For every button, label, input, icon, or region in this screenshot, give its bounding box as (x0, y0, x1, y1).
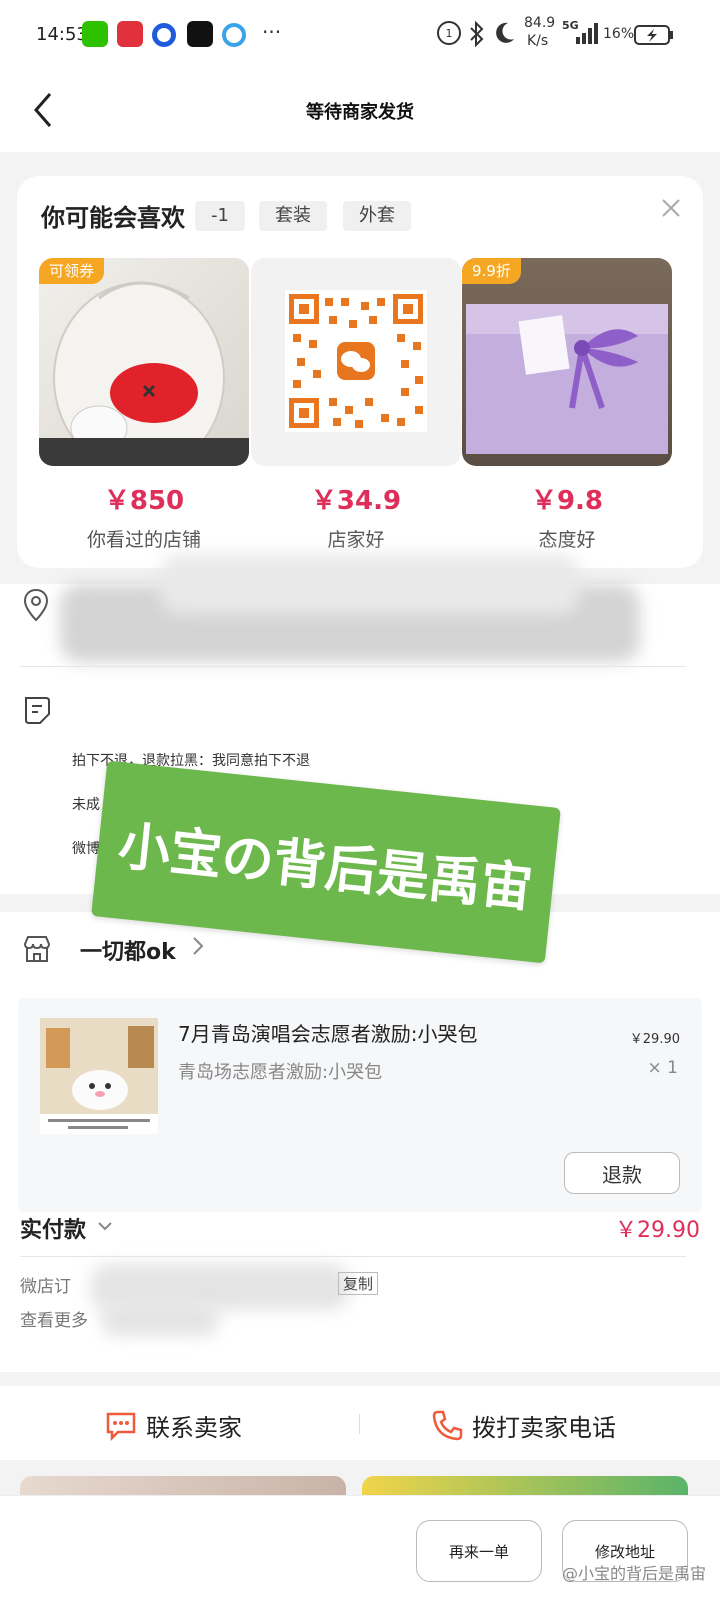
order-note-line: 未成 (72, 797, 100, 813)
product-name: 态度好 (538, 529, 596, 551)
recommend-tag[interactable]: 外套 (343, 201, 411, 231)
svg-text:1: 1 (446, 27, 453, 40)
more-info-link[interactable]: 查看更多 (20, 1306, 88, 1331)
product-price: ￥9.8 (530, 486, 604, 516)
chevron-down-icon[interactable] (96, 1218, 114, 1234)
status-bar: 14:53 ··· 1 84.9 K/s 5G 16% (0, 0, 720, 70)
note-icon (25, 697, 50, 724)
discount-badge: 9.9折 (462, 258, 521, 284)
product-name: 店家好 (327, 529, 385, 551)
recommend-product[interactable]: ￥34.9 店家好 (251, 258, 461, 552)
order-note-line: 微博 (72, 841, 100, 857)
recommend-product[interactable]: 可领券 ￥850 你看过的店铺 (39, 258, 249, 552)
divider (20, 1256, 686, 1257)
divider (20, 666, 686, 667)
order-item-spec: 青岛场志愿者激励:小哭包 (178, 1062, 383, 1083)
call-seller-label: 拨打卖家电话 (472, 1414, 616, 1442)
network-speed-unit: K/s (527, 33, 549, 49)
browser-app-icon (152, 23, 176, 47)
order-item-image (40, 1018, 158, 1134)
reorder-button[interactable]: 再来一单 (416, 1520, 542, 1582)
order-item-quantity: × 1 (647, 1058, 678, 1078)
recommend-tag[interactable]: -1 (195, 201, 245, 231)
coupon-badge: 可领券 (39, 258, 105, 284)
gift-app-icon (117, 21, 143, 47)
recommend-tag[interactable]: 套装 (259, 201, 327, 231)
paid-amount-label[interactable]: 实付款 (20, 1212, 86, 1244)
bottom-action-bar: 再来一单 修改地址 @小宝的背后是禹宙 (0, 1496, 720, 1600)
recommendation-card: 你可能会喜欢 -1 套装 外套 可领券 ￥850 你看过的店铺 ￥34.9 店家… (17, 176, 703, 568)
shop-icon (23, 936, 51, 962)
page-title: 等待商家发货 (306, 102, 414, 123)
status-time: 14:53 (36, 24, 88, 45)
battery-charging-icon (634, 25, 673, 45)
product-name: 你看过的店铺 (86, 529, 201, 551)
product-price: ￥34.9 (310, 486, 402, 516)
network-speed-value: 84.9 (524, 15, 556, 31)
weibo-watermark: @小宝的背后是禹宙 (561, 1564, 706, 1583)
product-price: ￥850 (103, 486, 185, 516)
location-pin-icon (23, 588, 49, 622)
recommend-product[interactable]: 9.9折 ￥9.8 态度好 (462, 258, 672, 552)
hd-signal-icon: 1 (437, 21, 461, 45)
divider (359, 1414, 360, 1434)
tiktok-app-icon (187, 21, 213, 47)
do-not-disturb-moon-icon (496, 22, 514, 43)
blurred-address (160, 554, 580, 614)
contact-seller-label: 联系卖家 (146, 1414, 242, 1442)
bluetooth-icon (470, 20, 484, 48)
product-image: 可领券 (39, 258, 249, 466)
paid-amount: ￥29.90 (615, 1218, 700, 1243)
more-notifications-icon: ··· (262, 20, 282, 44)
qq-browser-app-icon (222, 23, 246, 47)
blurred-more-info (100, 1302, 220, 1336)
shop-name[interactable]: 一切都ok (80, 934, 176, 966)
chevron-right-icon[interactable] (190, 934, 206, 958)
product-image: 9.9折 (462, 258, 672, 466)
phone-icon (432, 1410, 463, 1440)
order-number-label: 微店订 (20, 1277, 71, 1297)
copy-button[interactable]: 复制 (338, 1272, 379, 1295)
call-seller-button[interactable]: 拨打卖家电话 (430, 1408, 616, 1443)
chat-bubble-icon (106, 1412, 136, 1441)
recommendation-title: 你可能会喜欢 (41, 204, 185, 232)
qr-code-image (251, 258, 461, 466)
battery-percent: 16% (603, 26, 635, 42)
contact-seller-button[interactable]: 联系卖家 (104, 1408, 242, 1443)
signal-strength-icon (576, 23, 598, 44)
wechat-app-icon (82, 21, 108, 47)
order-section: 一切都ok 7月青岛演唱会志愿者激励:小哭包 青岛场志愿者激励:小哭包 ￥29.… (0, 912, 720, 1372)
order-item-title: 7月青岛演唱会志愿者激励:小哭包 (178, 1022, 478, 1046)
navigation-bar: 等待商家发货 (0, 70, 720, 152)
contact-row: 联系卖家 拨打卖家电话 (0, 1386, 720, 1460)
close-icon[interactable] (657, 194, 685, 222)
refund-button[interactable]: 退款 (564, 1152, 680, 1194)
order-item-price: ￥29.90 (629, 1032, 680, 1047)
order-item[interactable]: 7月青岛演唱会志愿者激励:小哭包 青岛场志愿者激励:小哭包 ￥29.90 × 1… (18, 998, 702, 1212)
